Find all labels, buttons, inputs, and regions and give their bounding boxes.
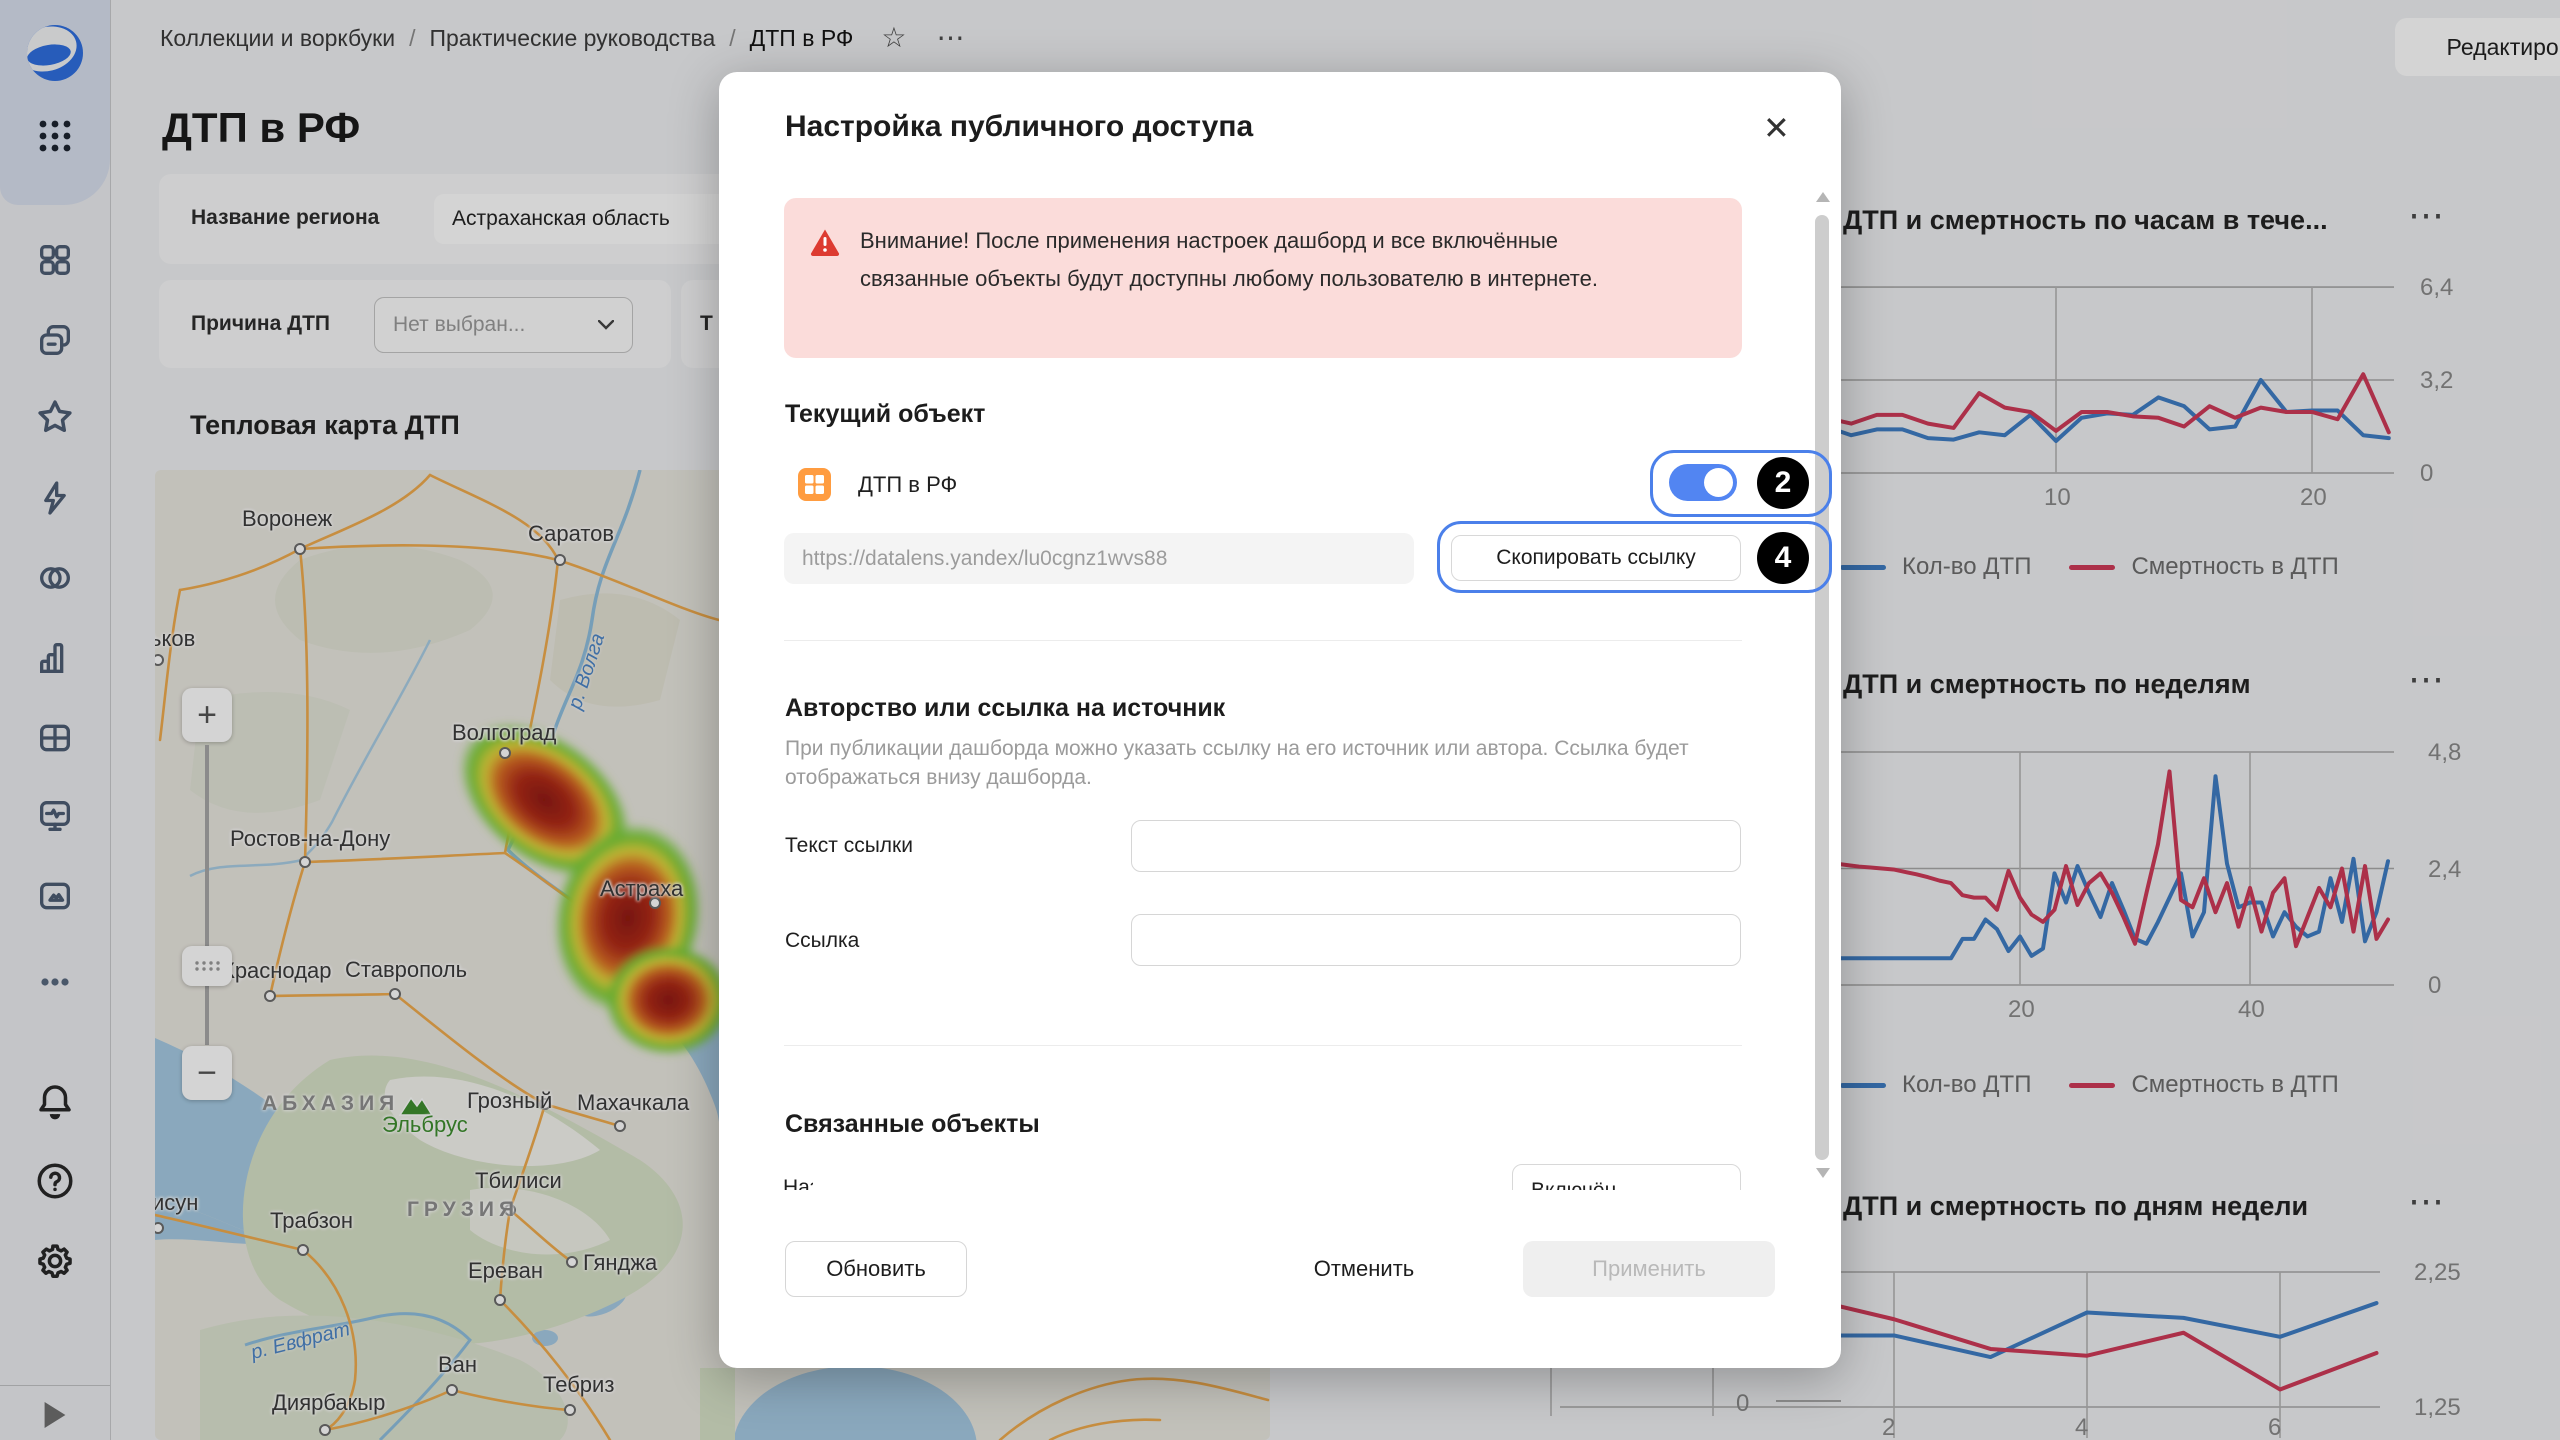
section-divider bbox=[784, 640, 1742, 641]
link-text-label: Текст ссылки bbox=[785, 834, 913, 858]
related-filter-select[interactable]: Включён ⌄ bbox=[1512, 1164, 1741, 1190]
modal-title: Настройка публичного доступа bbox=[785, 110, 1253, 144]
current-object-heading: Текущий объект bbox=[785, 400, 985, 429]
warning-icon bbox=[810, 228, 840, 256]
annotation-badge-2: 2 bbox=[1757, 457, 1809, 509]
link-text-input[interactable] bbox=[1131, 820, 1741, 872]
authorship-description: При публикации дашборда можно указать сс… bbox=[785, 734, 1715, 792]
object-name: ДТП в РФ bbox=[858, 472, 957, 498]
scrollbar-up-arrow[interactable] bbox=[1816, 192, 1830, 202]
scrollbar-down-arrow[interactable] bbox=[1816, 1168, 1830, 1178]
related-partial-text: Название bbox=[783, 1176, 813, 1190]
modal-scrollbar[interactable] bbox=[1815, 215, 1829, 1160]
cancel-button[interactable]: Отменить bbox=[1294, 1241, 1434, 1297]
public-url-input[interactable]: https://datalens.yandex/lu0cgnz1wvs88 bbox=[784, 533, 1414, 584]
public-access-modal: Настройка публичного доступа ✕ Внимание!… bbox=[719, 72, 1841, 1368]
section-divider bbox=[784, 1045, 1742, 1046]
close-icon[interactable]: ✕ bbox=[1763, 112, 1790, 144]
authorship-heading: Авторство или ссылка на источник bbox=[785, 694, 1225, 723]
related-objects-heading: Связанные объекты bbox=[785, 1110, 1040, 1139]
warning-alert: Внимание! После применения настроек дашб… bbox=[784, 198, 1742, 358]
warning-text: Внимание! После применения настроек дашб… bbox=[860, 222, 1670, 298]
dashboard-object-icon bbox=[798, 468, 831, 501]
link-url-input[interactable] bbox=[1131, 914, 1741, 966]
annotation-badge-4: 4 bbox=[1757, 532, 1809, 584]
apply-button[interactable]: Применить bbox=[1523, 1241, 1775, 1297]
refresh-button[interactable]: Обновить bbox=[785, 1241, 967, 1297]
link-url-label: Ссылка bbox=[785, 929, 859, 953]
related-select-value: Включён bbox=[1531, 1179, 1616, 1190]
